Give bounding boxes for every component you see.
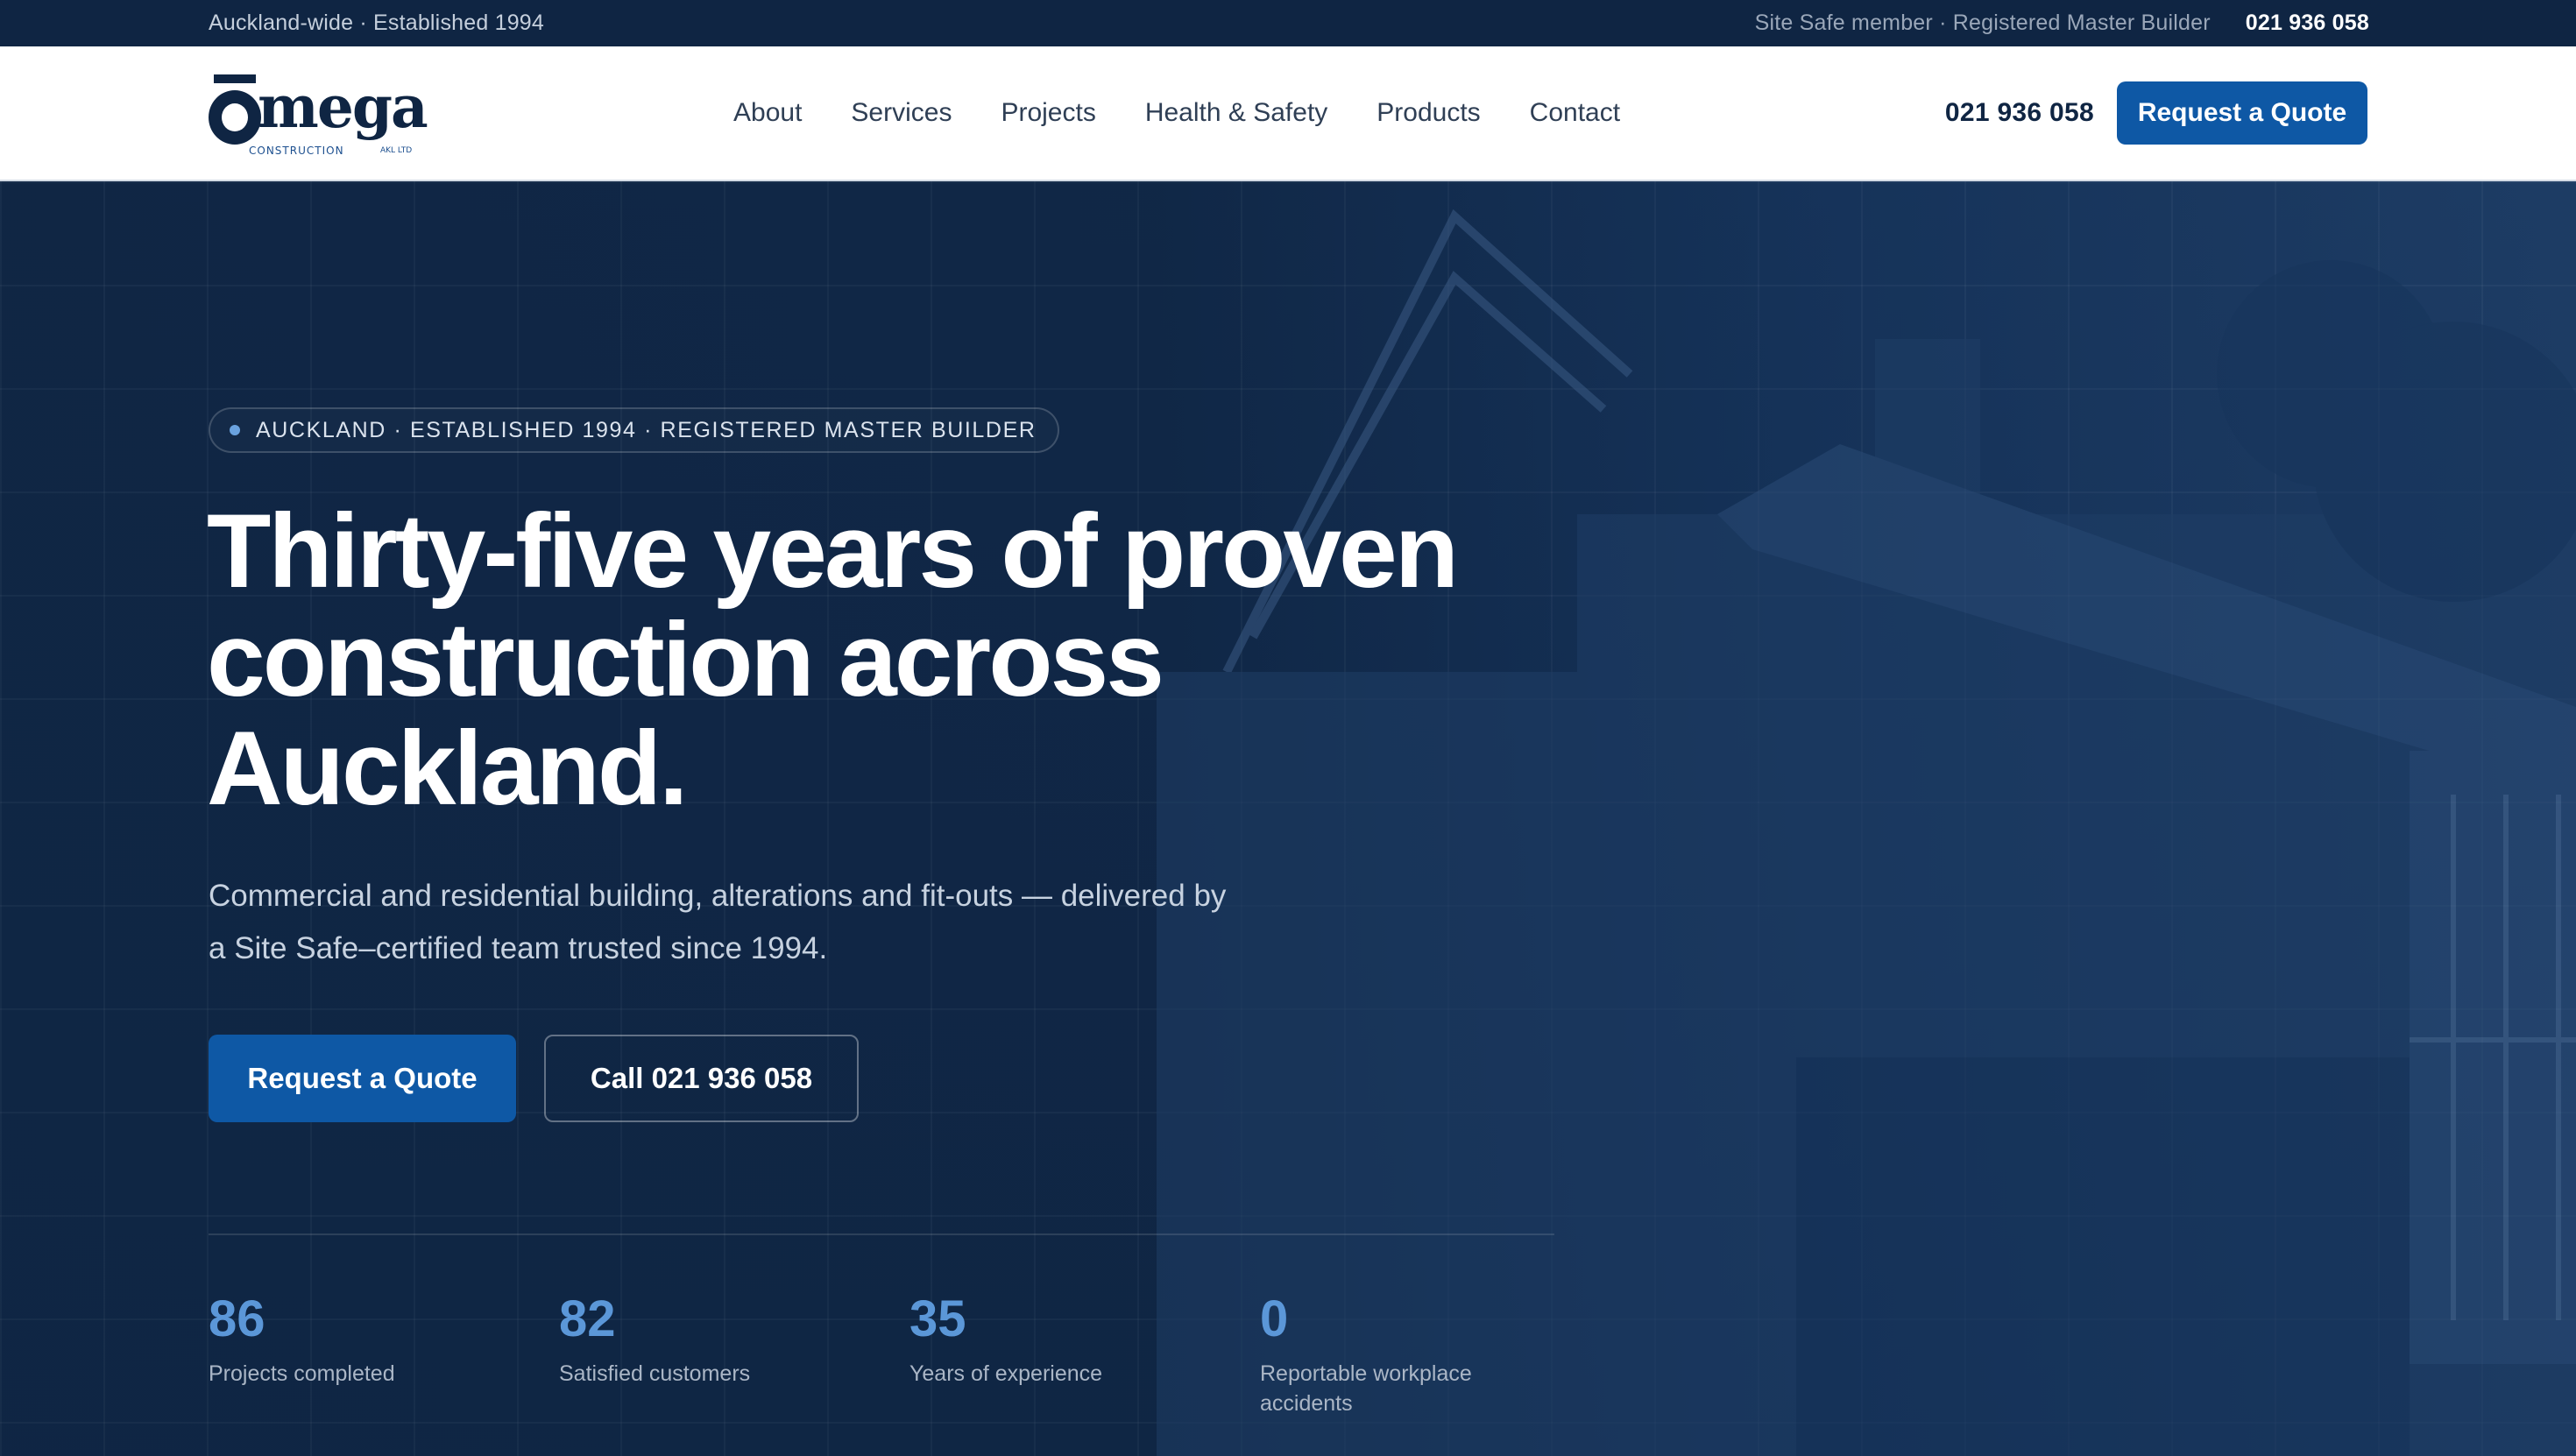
logo-o-mark bbox=[209, 90, 261, 145]
stat-experience: 35 Years of experience bbox=[909, 1294, 1260, 1418]
hero-call-button[interactable]: Call 021 936 058 bbox=[544, 1035, 859, 1122]
nav-link-about[interactable]: About bbox=[733, 98, 802, 128]
nav-link-projects[interactable]: Projects bbox=[1001, 98, 1095, 128]
logo-suffix: AKL LTD bbox=[380, 146, 413, 155]
hero-request-quote-button[interactable]: Request a Quote bbox=[209, 1035, 516, 1122]
topbar-right: Site Safe member · Registered Master Bui… bbox=[1755, 11, 2369, 36]
stat-label: Satisfied customers bbox=[559, 1361, 751, 1386]
top-info-bar: Auckland-wide · Established 1994 Site Sa… bbox=[0, 0, 2576, 46]
nav-link-products[interactable]: Products bbox=[1376, 98, 1480, 128]
nav-link-contact[interactable]: Contact bbox=[1530, 98, 1620, 128]
main-navigation: mega CONSTRUCTION AKL LTD About Services… bbox=[0, 46, 2576, 181]
stat-projects: 86 Projects completed bbox=[209, 1294, 559, 1418]
topbar-phone-link[interactable]: 021 936 058 bbox=[2246, 11, 2369, 36]
hero-badge: AUCKLAND · ESTABLISHED 1994 · REGISTERED… bbox=[209, 407, 1059, 453]
omega-logo[interactable]: mega CONSTRUCTION AKL LTD bbox=[209, 71, 428, 159]
logo-tagline: CONSTRUCTION bbox=[249, 145, 344, 157]
hero-subtext: Commercial and residential building, alt… bbox=[209, 879, 1227, 965]
stats-row: 86 Projects completed 82 Satisfied custo… bbox=[209, 1294, 1610, 1418]
stat-value: 86 bbox=[209, 1290, 265, 1347]
nav-link-services[interactable]: Services bbox=[851, 98, 952, 128]
stat-label: Projects completed bbox=[209, 1361, 395, 1386]
badge-text: AUCKLAND · ESTABLISHED 1994 · REGISTERED… bbox=[256, 417, 1037, 442]
nav-right: 021 936 058 Request a Quote bbox=[1945, 46, 2367, 180]
logo-wordmark: mega bbox=[258, 73, 428, 141]
nav-link-health-safety[interactable]: Health & Safety bbox=[1145, 98, 1327, 128]
hero-headline: Thirty-five years of proven construction… bbox=[207, 492, 1459, 827]
nav-links: About Services Projects Health & Safety … bbox=[733, 46, 1620, 180]
topbar-credentials: Site Safe member · Registered Master Bui… bbox=[1754, 11, 2211, 35]
nav-request-quote-button[interactable]: Request a Quote bbox=[2117, 81, 2367, 145]
hero-section: AUCKLAND · ESTABLISHED 1994 · REGISTERED… bbox=[0, 181, 2576, 1456]
stat-value: 82 bbox=[559, 1290, 616, 1347]
stat-label: Reportable workplace accidents bbox=[1260, 1361, 1472, 1416]
nav-phone-link[interactable]: 021 936 058 bbox=[1945, 98, 2094, 128]
stat-value: 35 bbox=[909, 1290, 966, 1347]
stat-customers: 82 Satisfied customers bbox=[559, 1294, 909, 1418]
stat-value: 0 bbox=[1260, 1290, 1289, 1347]
stats-divider bbox=[209, 1233, 1554, 1235]
stat-accidents: 0 Reportable workplace accidents bbox=[1260, 1294, 1610, 1418]
topbar-location-text: Auckland-wide · Established 1994 bbox=[209, 11, 545, 35]
logo-macron bbox=[214, 74, 256, 83]
stat-label: Years of experience bbox=[909, 1361, 1103, 1386]
badge-dot-icon bbox=[230, 425, 240, 435]
